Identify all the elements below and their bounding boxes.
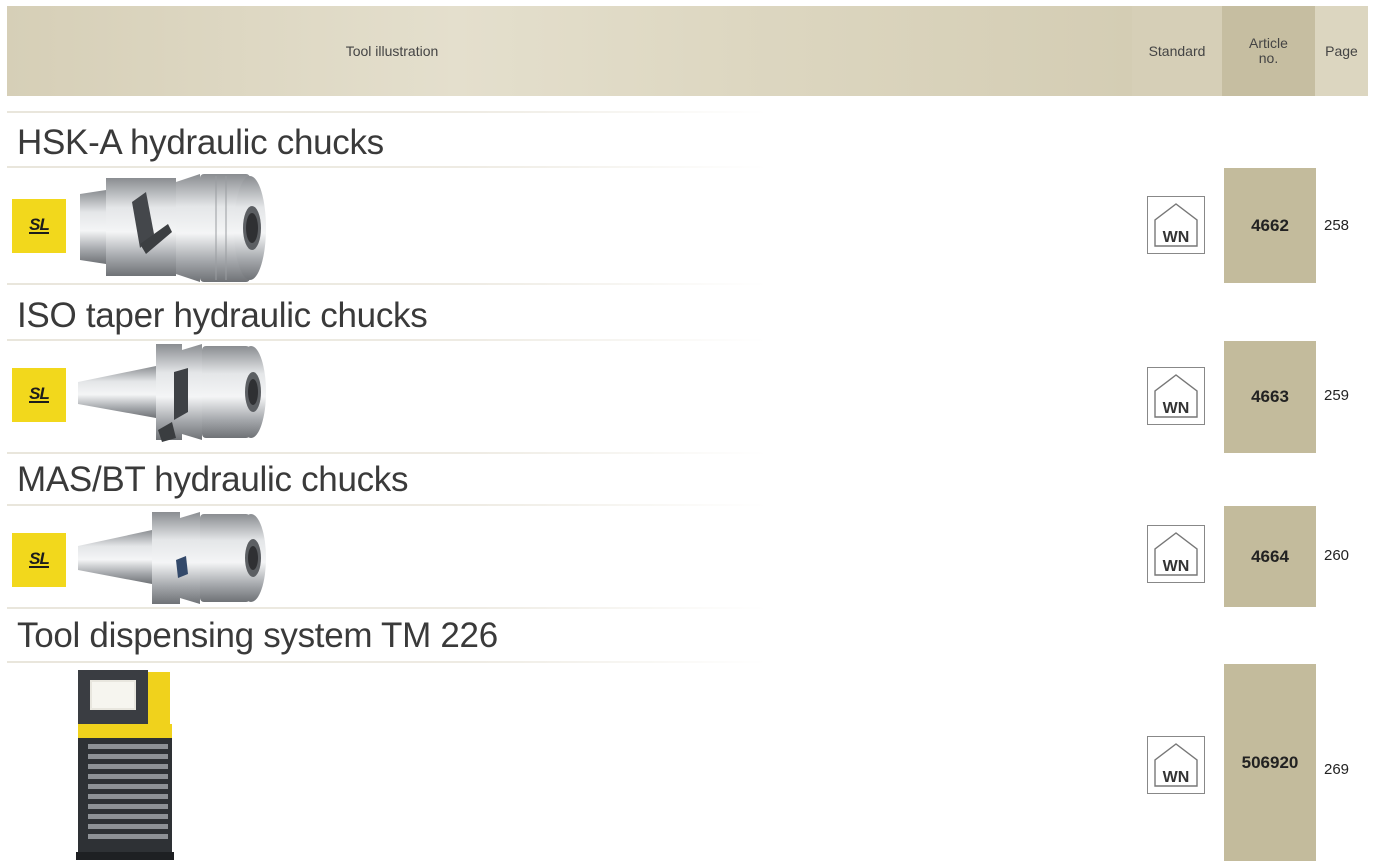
section-title[interactable]: ISO taper hydraulic chucks [17, 296, 428, 336]
header-tool-illustration-cell: Tool illustration [7, 6, 1132, 96]
page-number[interactable]: 269 [1324, 761, 1349, 778]
header-page-cell: Page [1315, 6, 1368, 96]
sl-badge-icon: SL [12, 199, 66, 253]
section-divider [7, 661, 767, 663]
wn-standard-icon: WN [1147, 736, 1205, 794]
header-article-line1: Article [1249, 35, 1288, 51]
article-number[interactable]: 4664 [1224, 506, 1316, 607]
section-title[interactable]: HSK-A hydraulic chucks [17, 123, 384, 163]
header-article-cell: Article no. [1222, 6, 1315, 96]
page-number[interactable]: 259 [1324, 387, 1349, 404]
article-number[interactable]: 4663 [1224, 341, 1316, 453]
wn-standard-icon: WN [1147, 367, 1205, 425]
header-tool-illustration-label: Tool illustration [345, 43, 439, 59]
wn-standard-icon: WN [1147, 525, 1205, 583]
section-divider [7, 607, 767, 609]
mas-bt-chuck-image[interactable] [76, 510, 271, 606]
section-divider [7, 452, 767, 454]
svg-text:WN: WN [1163, 400, 1190, 417]
section-title[interactable]: Tool dispensing system TM 226 [17, 616, 498, 656]
article-number[interactable]: 506920 [1224, 664, 1316, 861]
page-number[interactable]: 258 [1324, 217, 1349, 234]
section-title[interactable]: MAS/BT hydraulic chucks [17, 460, 409, 500]
section-divider [7, 339, 767, 341]
section-divider [7, 111, 767, 113]
article-number[interactable]: 4662 [1224, 168, 1316, 283]
tool-dispensing-cabinet-image[interactable] [74, 666, 176, 862]
sl-badge-icon: SL [12, 533, 66, 587]
section-divider [7, 283, 767, 285]
svg-text:WN: WN [1163, 558, 1190, 575]
wn-standard-icon: WN [1147, 196, 1205, 254]
section-divider [7, 504, 767, 506]
iso-taper-chuck-image[interactable] [76, 342, 271, 442]
header-article-label: Article no. [1222, 36, 1315, 66]
page-number[interactable]: 260 [1324, 547, 1349, 564]
header-article-line2: no. [1258, 50, 1279, 66]
hsk-chuck-image[interactable] [76, 172, 271, 284]
section-divider [7, 166, 767, 168]
svg-text:WN: WN [1163, 769, 1190, 786]
header-standard-label: Standard [1148, 43, 1206, 59]
sl-badge-icon: SL [12, 368, 66, 422]
header-standard-cell: Standard [1132, 6, 1222, 96]
svg-text:WN: WN [1163, 229, 1190, 246]
header-page-label: Page [1325, 43, 1358, 59]
